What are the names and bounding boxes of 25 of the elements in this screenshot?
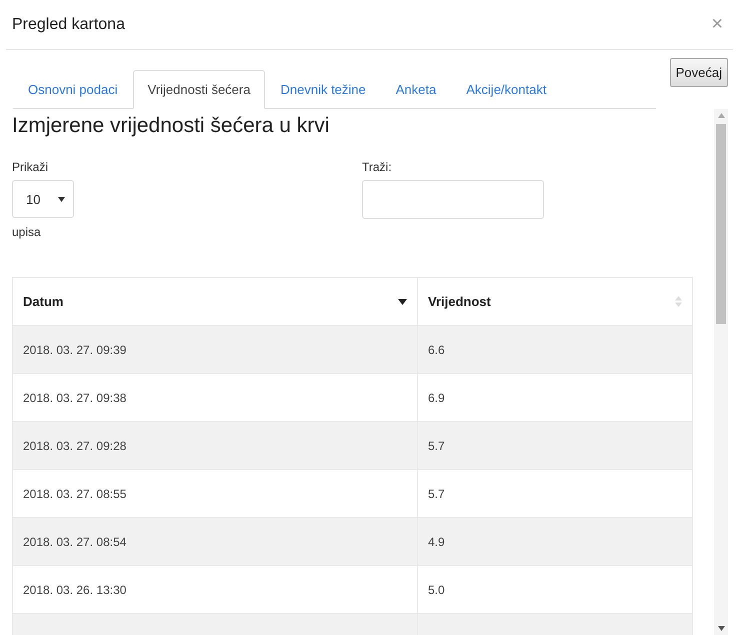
- show-label: Prikaži: [12, 160, 48, 174]
- search-label: Traži:: [362, 160, 392, 174]
- column-header[interactable]: Datum: [12, 278, 418, 326]
- table-cell: 5.7: [418, 422, 692, 470]
- tab[interactable]: Dnevnik težine: [265, 70, 381, 109]
- tab[interactable]: Osnovni podaci: [13, 70, 133, 109]
- tab[interactable]: Vrijednosti šećera: [132, 70, 266, 109]
- table-cell: 6.6: [418, 326, 692, 374]
- search-field[interactable]: [362, 180, 544, 219]
- caret-icon: [58, 196, 65, 202]
- dialog-title: Pregled kartona: [12, 16, 125, 34]
- scroll-down-icon[interactable]: [718, 626, 724, 631]
- scroll-up-icon[interactable]: [718, 113, 724, 118]
- enlarge-button[interactable]: Povećaj: [670, 58, 728, 87]
- tab[interactable]: Anketa: [380, 70, 452, 109]
- table-cell: 4.9: [418, 518, 692, 566]
- table-cell: 2018. 03. 27. 09:28: [12, 422, 418, 470]
- entries-select[interactable]: 10: [12, 180, 74, 218]
- scrollbar[interactable]: [714, 109, 728, 635]
- entries-label: upisa: [12, 225, 41, 239]
- column-header[interactable]: Vrijednost: [418, 278, 692, 326]
- tab[interactable]: Akcije/kontakt: [451, 70, 562, 109]
- table-cell: 2018. 03. 27. 08:54: [12, 518, 418, 566]
- section-heading: Izmjerene vrijednosti šećera u krvi: [12, 114, 330, 138]
- table-cell: 2018. 03. 27. 09:39: [12, 326, 418, 374]
